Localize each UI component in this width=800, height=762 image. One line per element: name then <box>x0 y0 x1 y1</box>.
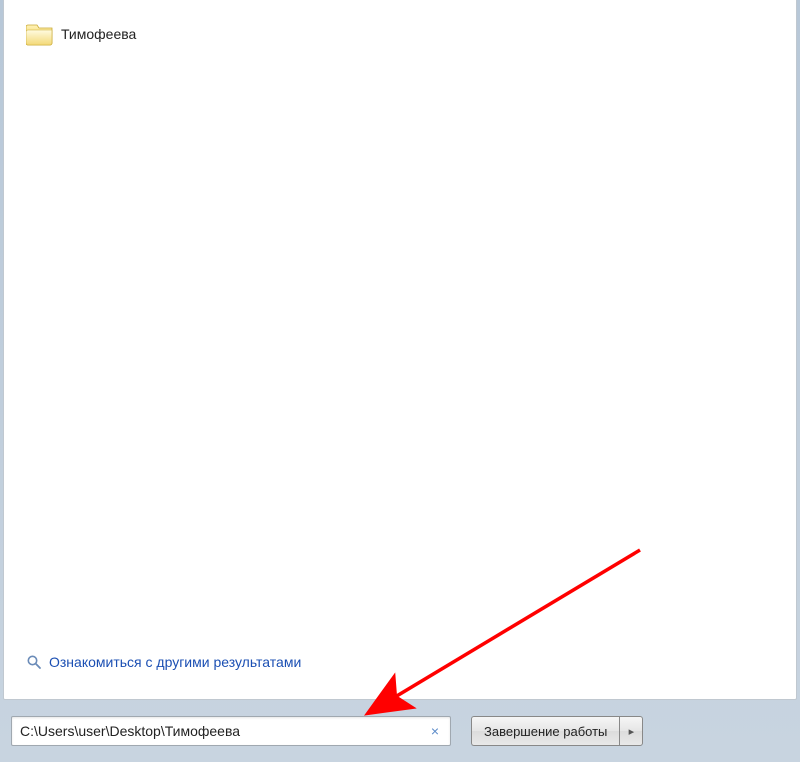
search-result-folder[interactable]: Тимофеева <box>26 22 136 46</box>
search-box[interactable]: × <box>11 716 451 746</box>
chevron-right-icon: ▸ <box>629 725 635 738</box>
shutdown-split-button: Завершение работы ▸ <box>471 716 643 746</box>
search-result-label: Тимофеева <box>61 26 136 42</box>
shutdown-button[interactable]: Завершение работы <box>471 716 619 746</box>
see-more-results-link[interactable]: Ознакомиться с другими результатами <box>26 654 301 670</box>
start-menu-results-panel: Тимофеева Ознакомиться с другими результ… <box>3 0 797 700</box>
see-more-results-text: Ознакомиться с другими результатами <box>49 654 301 670</box>
start-menu-bottom-bar: × Завершение работы ▸ <box>3 708 797 754</box>
clear-search-button[interactable]: × <box>424 720 446 742</box>
folder-icon <box>26 22 54 46</box>
search-input[interactable] <box>20 723 424 739</box>
shutdown-options-arrow[interactable]: ▸ <box>619 716 643 746</box>
search-icon <box>26 654 42 670</box>
